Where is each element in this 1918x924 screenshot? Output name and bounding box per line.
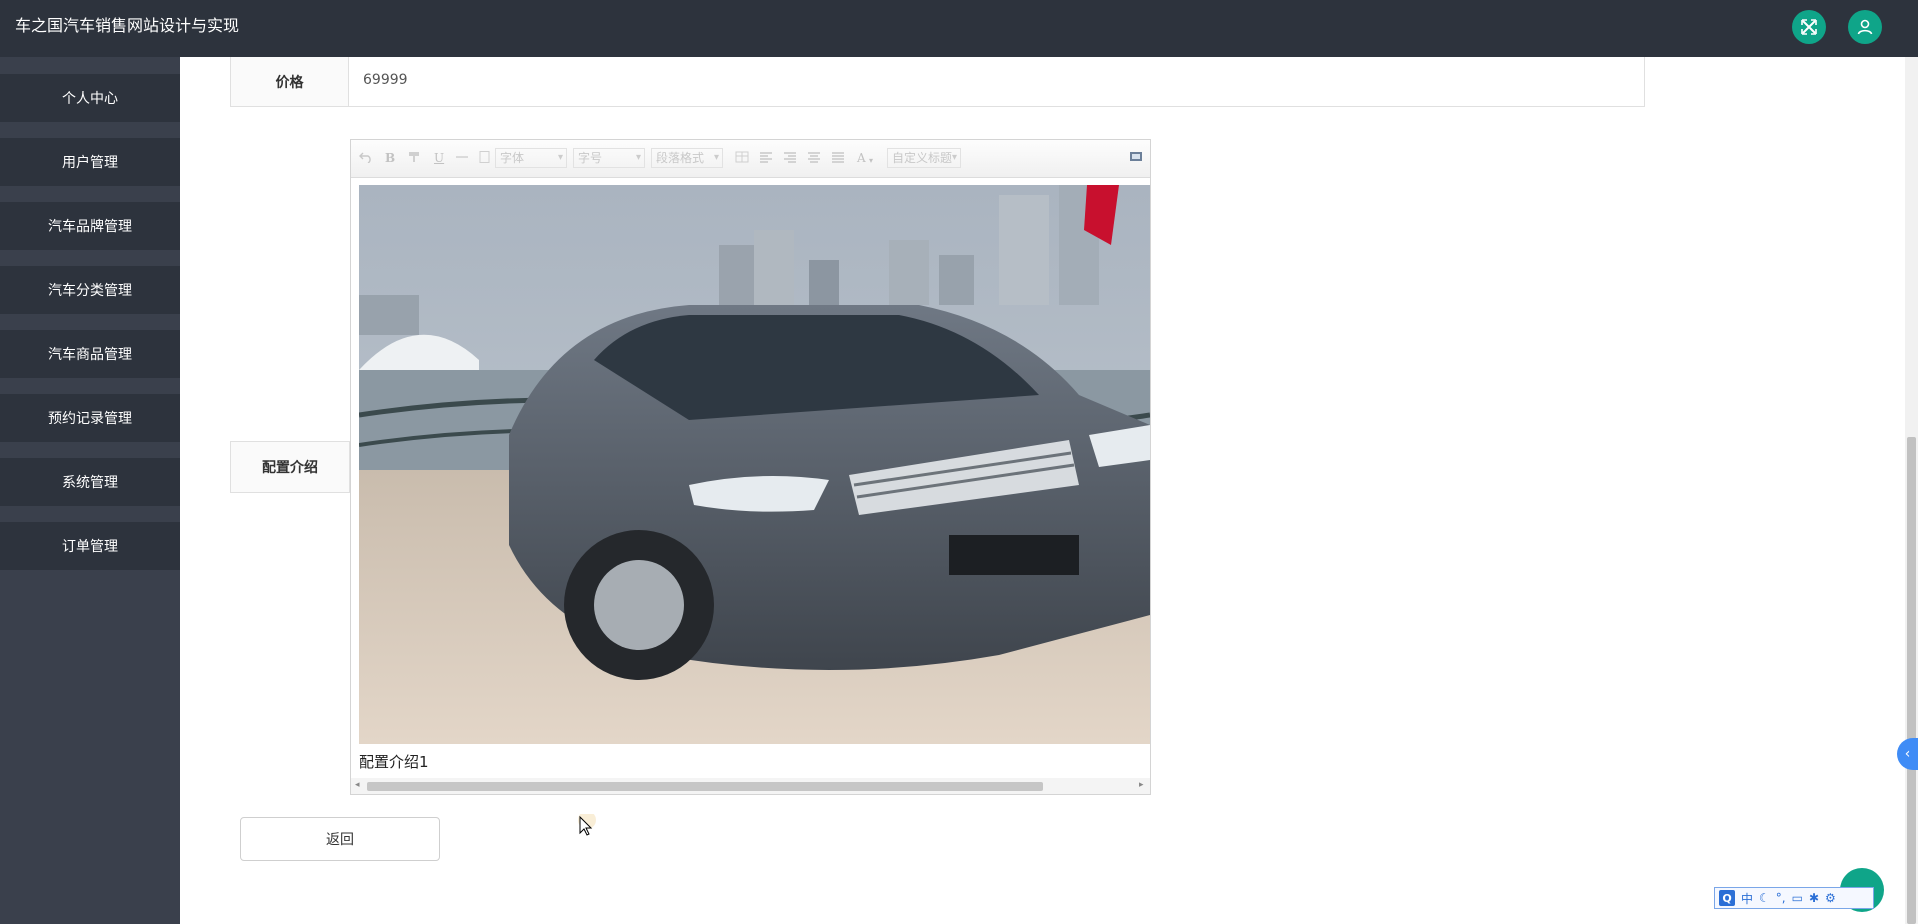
sidebar-item-personal-center[interactable]: 个人中心	[0, 74, 180, 122]
editor-horizontal-scrollbar[interactable]: ◂ ▸	[351, 778, 1150, 794]
mouse-cursor-icon	[578, 814, 596, 836]
ime-chinese-mode[interactable]: 中	[1741, 890, 1753, 907]
undo-icon[interactable]	[359, 151, 373, 163]
user-button[interactable]	[1848, 10, 1882, 44]
custom-title-select[interactable]: 自定义标题	[887, 148, 961, 168]
top-bar: 车之国汽车销售网站设计与实现	[0, 0, 1918, 57]
sidebar-item-product-management[interactable]: 汽车商品管理	[0, 330, 180, 378]
price-value: 69999	[363, 72, 408, 88]
underline-icon[interactable]: U	[434, 150, 444, 166]
horizontal-rule-icon[interactable]	[455, 151, 469, 163]
ime-moon-icon[interactable]: ☾	[1759, 891, 1770, 905]
fullscreen-icon	[1801, 19, 1817, 35]
document-icon[interactable]	[477, 151, 491, 163]
ime-keyboard-icon[interactable]: ▭	[1792, 891, 1803, 905]
config-intro-editor[interactable]: B U 字体 字号 段落格式 A ▾ 自定义标题	[350, 139, 1151, 795]
app-title: 车之国汽车销售网站设计与实现	[15, 16, 240, 35]
sidebar-item-brand-management[interactable]: 汽车品牌管理	[0, 202, 180, 250]
bold-icon[interactable]: B	[385, 150, 395, 166]
font-color-dropdown-icon[interactable]: ▾	[869, 153, 873, 169]
format-painter-icon[interactable]	[407, 151, 421, 163]
user-icon	[1857, 19, 1873, 35]
align-right-icon[interactable]	[783, 151, 797, 163]
table-icon[interactable]	[735, 151, 749, 163]
side-collapse-tab[interactable]: ‹	[1897, 738, 1918, 770]
page-scrollbar-thumb[interactable]	[1907, 437, 1916, 924]
car-photo-graphic	[359, 185, 1150, 744]
back-button[interactable]: 返回	[240, 817, 440, 861]
car-photo[interactable]	[359, 185, 1150, 744]
editor-toolbar: B U 字体 字号 段落格式 A ▾ 自定义标题	[351, 140, 1150, 178]
preview-icon[interactable]	[1129, 151, 1143, 163]
editor-scrollbar-thumb[interactable]	[367, 782, 1043, 791]
sidebar-item-order-management[interactable]: 订单管理	[0, 522, 180, 570]
sidebar-item-user-management[interactable]: 用户管理	[0, 138, 180, 186]
editor-caption[interactable]: 配置介绍1	[359, 751, 429, 772]
fullscreen-button[interactable]	[1792, 10, 1826, 44]
paragraph-format-select[interactable]: 段落格式	[651, 148, 723, 168]
ime-tools-icon[interactable]: ✱	[1809, 891, 1819, 905]
align-center-icon[interactable]	[807, 151, 821, 163]
sidebar-item-reservation-management[interactable]: 预约记录管理	[0, 394, 180, 442]
align-left-icon[interactable]	[759, 151, 773, 163]
ime-settings-icon[interactable]: ⚙	[1825, 891, 1836, 905]
price-label: 价格	[231, 57, 349, 106]
font-size-select[interactable]: 字号	[573, 148, 645, 168]
font-family-select[interactable]: 字体	[495, 148, 567, 168]
sidebar: 个人中心 用户管理 汽车品牌管理 汽车分类管理 汽车商品管理 预约记录管理 系统…	[0, 57, 180, 924]
chevron-left-icon: ‹	[1904, 746, 1911, 762]
justify-icon[interactable]	[831, 151, 845, 163]
ime-punctuation-icon[interactable]: °,	[1776, 891, 1786, 905]
ime-logo-icon: Q	[1719, 890, 1735, 906]
page-vertical-scrollbar[interactable]	[1905, 57, 1918, 924]
sidebar-item-system-management[interactable]: 系统管理	[0, 458, 180, 506]
config-intro-label: 配置介绍	[230, 441, 350, 493]
font-color-icon[interactable]: A	[857, 150, 866, 166]
price-row: 价格 69999	[230, 57, 1645, 107]
sidebar-item-category-management[interactable]: 汽车分类管理	[0, 266, 180, 314]
scroll-left-icon[interactable]: ◂	[355, 780, 360, 790]
scroll-right-icon[interactable]: ▸	[1139, 780, 1144, 790]
ime-toolbar[interactable]: Q 中 ☾ °, ▭ ✱ ⚙	[1714, 887, 1874, 909]
